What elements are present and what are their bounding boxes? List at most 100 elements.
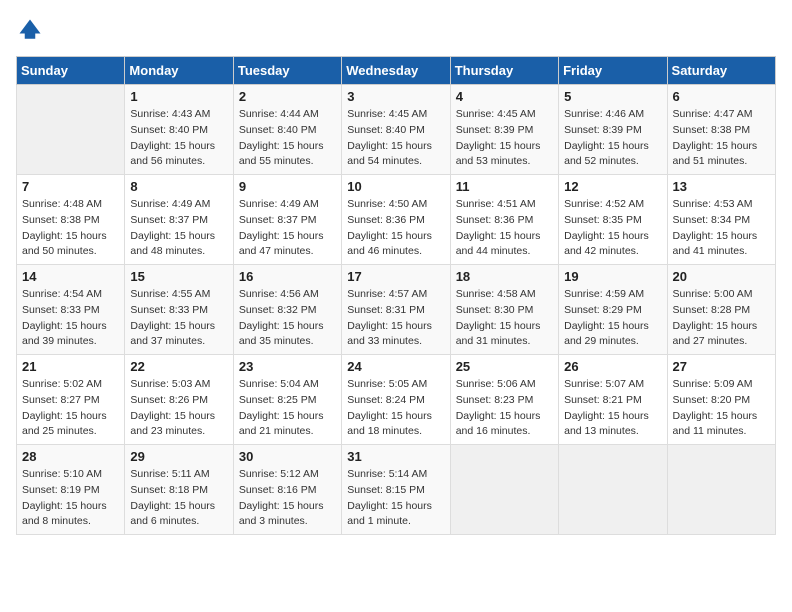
day-info: Sunrise: 4:47 AMSunset: 8:38 PMDaylight:… [673,107,770,170]
day-info: Sunrise: 4:46 AMSunset: 8:39 PMDaylight:… [564,107,661,170]
day-number: 9 [239,179,336,194]
calendar-cell: 30 Sunrise: 5:12 AMSunset: 8:16 PMDayligh… [233,445,341,535]
day-info: Sunrise: 4:45 AMSunset: 8:39 PMDaylight:… [456,107,553,170]
day-info: Sunrise: 5:06 AMSunset: 8:23 PMDaylight:… [456,377,553,440]
day-number: 17 [347,269,444,284]
day-number: 22 [130,359,227,374]
calendar-cell: 21 Sunrise: 5:02 AMSunset: 8:27 PMDayligh… [17,355,125,445]
calendar-cell: 6Sunrise: 4:47 AMSunset: 8:38 PMDaylight… [667,85,775,175]
calendar-cell: 7 Sunrise: 4:48 AMSunset: 8:38 PMDaylight… [17,175,125,265]
weekday-header-saturday: Saturday [667,57,775,85]
week-row-1: 1 Sunrise: 4:43 AMSunset: 8:40 PMDaylight… [17,85,776,175]
day-number: 26 [564,359,661,374]
day-number: 5 [564,89,661,104]
calendar-cell: 24 Sunrise: 5:05 AMSunset: 8:24 PMDayligh… [342,355,450,445]
weekday-header-tuesday: Tuesday [233,57,341,85]
day-info: Sunrise: 5:12 AMSunset: 8:16 PMDaylight:… [239,467,336,530]
day-number: 3 [347,89,444,104]
day-info: Sunrise: 4:49 AMSunset: 8:37 PMDaylight:… [239,197,336,260]
day-info: Sunrise: 5:07 AMSunset: 8:21 PMDaylight:… [564,377,661,440]
day-number: 13 [673,179,770,194]
day-number: 21 [22,359,119,374]
day-info: Sunrise: 4:59 AMSunset: 8:29 PMDaylight:… [564,287,661,350]
calendar-cell [559,445,667,535]
day-info: Sunrise: 4:51 AMSunset: 8:36 PMDaylight:… [456,197,553,260]
day-number: 15 [130,269,227,284]
day-number: 24 [347,359,444,374]
calendar-cell: 8 Sunrise: 4:49 AMSunset: 8:37 PMDaylight… [125,175,233,265]
page-header [16,16,776,44]
day-info: Sunrise: 4:43 AMSunset: 8:40 PMDaylight:… [130,107,227,170]
day-info: Sunrise: 5:04 AMSunset: 8:25 PMDaylight:… [239,377,336,440]
calendar-table: SundayMondayTuesdayWednesdayThursdayFrid… [16,56,776,535]
calendar-cell: 18 Sunrise: 4:58 AMSunset: 8:30 PMDayligh… [450,265,558,355]
day-number: 27 [673,359,770,374]
weekday-header-monday: Monday [125,57,233,85]
day-number: 14 [22,269,119,284]
day-info: Sunrise: 4:58 AMSunset: 8:30 PMDaylight:… [456,287,553,350]
day-info: Sunrise: 4:45 AMSunset: 8:40 PMDaylight:… [347,107,444,170]
day-number: 23 [239,359,336,374]
day-info: Sunrise: 4:49 AMSunset: 8:37 PMDaylight:… [130,197,227,260]
calendar-cell: 23 Sunrise: 5:04 AMSunset: 8:25 PMDayligh… [233,355,341,445]
day-number: 19 [564,269,661,284]
day-info: Sunrise: 5:09 AMSunset: 8:20 PMDaylight:… [673,377,770,440]
calendar-cell: 27 Sunrise: 5:09 AMSunset: 8:20 PMDayligh… [667,355,775,445]
day-info: Sunrise: 4:48 AMSunset: 8:38 PMDaylight:… [22,197,119,260]
calendar-cell: 11 Sunrise: 4:51 AMSunset: 8:36 PMDayligh… [450,175,558,265]
weekday-header-sunday: Sunday [17,57,125,85]
weekday-header-wednesday: Wednesday [342,57,450,85]
day-info: Sunrise: 4:57 AMSunset: 8:31 PMDaylight:… [347,287,444,350]
week-row-2: 7 Sunrise: 4:48 AMSunset: 8:38 PMDaylight… [17,175,776,265]
day-number: 18 [456,269,553,284]
day-number: 11 [456,179,553,194]
calendar-cell: 1 Sunrise: 4:43 AMSunset: 8:40 PMDaylight… [125,85,233,175]
week-row-3: 14Sunrise: 4:54 AMSunset: 8:33 PMDayligh… [17,265,776,355]
day-number: 31 [347,449,444,464]
day-info: Sunrise: 5:02 AMSunset: 8:27 PMDaylight:… [22,377,119,440]
day-info: Sunrise: 4:44 AMSunset: 8:40 PMDaylight:… [239,107,336,170]
day-info: Sunrise: 4:55 AMSunset: 8:33 PMDaylight:… [130,287,227,350]
calendar-cell: 19 Sunrise: 4:59 AMSunset: 8:29 PMDayligh… [559,265,667,355]
weekday-header-friday: Friday [559,57,667,85]
calendar-cell [667,445,775,535]
day-number: 25 [456,359,553,374]
calendar-cell: 9 Sunrise: 4:49 AMSunset: 8:37 PMDaylight… [233,175,341,265]
day-number: 29 [130,449,227,464]
calendar-cell: 3 Sunrise: 4:45 AMSunset: 8:40 PMDaylight… [342,85,450,175]
logo [16,16,48,44]
calendar-cell: 20 Sunrise: 5:00 AMSunset: 8:28 PMDayligh… [667,265,775,355]
calendar-cell: 13 Sunrise: 4:53 AMSunset: 8:34 PMDayligh… [667,175,775,265]
day-info: Sunrise: 5:11 AMSunset: 8:18 PMDaylight:… [130,467,227,530]
day-number: 7 [22,179,119,194]
week-row-5: 28 Sunrise: 5:10 AMSunset: 8:19 PMDayligh… [17,445,776,535]
day-number: 16 [239,269,336,284]
day-number: 28 [22,449,119,464]
day-info: Sunrise: 5:05 AMSunset: 8:24 PMDaylight:… [347,377,444,440]
day-info: Sunrise: 4:50 AMSunset: 8:36 PMDaylight:… [347,197,444,260]
day-number: 8 [130,179,227,194]
day-info: Sunrise: 5:14 AMSunset: 8:15 PMDaylight:… [347,467,444,530]
calendar-cell: 28 Sunrise: 5:10 AMSunset: 8:19 PMDayligh… [17,445,125,535]
day-number: 20 [673,269,770,284]
calendar-cell: 25 Sunrise: 5:06 AMSunset: 8:23 PMDayligh… [450,355,558,445]
day-number: 2 [239,89,336,104]
calendar-cell: 10Sunrise: 4:50 AMSunset: 8:36 PMDayligh… [342,175,450,265]
calendar-cell: 15 Sunrise: 4:55 AMSunset: 8:33 PMDayligh… [125,265,233,355]
day-number: 12 [564,179,661,194]
calendar-cell: 12Sunrise: 4:52 AMSunset: 8:35 PMDayligh… [559,175,667,265]
logo-icon [16,16,44,44]
calendar-cell: 17 Sunrise: 4:57 AMSunset: 8:31 PMDayligh… [342,265,450,355]
weekday-header-thursday: Thursday [450,57,558,85]
day-number: 30 [239,449,336,464]
weekday-header-row: SundayMondayTuesdayWednesdayThursdayFrid… [17,57,776,85]
calendar-cell: 16 Sunrise: 4:56 AMSunset: 8:32 PMDayligh… [233,265,341,355]
day-info: Sunrise: 5:00 AMSunset: 8:28 PMDaylight:… [673,287,770,350]
calendar-cell: 26 Sunrise: 5:07 AMSunset: 8:21 PMDayligh… [559,355,667,445]
day-info: Sunrise: 4:56 AMSunset: 8:32 PMDaylight:… [239,287,336,350]
day-number: 1 [130,89,227,104]
day-info: Sunrise: 4:53 AMSunset: 8:34 PMDaylight:… [673,197,770,260]
day-info: Sunrise: 5:03 AMSunset: 8:26 PMDaylight:… [130,377,227,440]
calendar-cell: 14Sunrise: 4:54 AMSunset: 8:33 PMDayligh… [17,265,125,355]
day-info: Sunrise: 5:10 AMSunset: 8:19 PMDaylight:… [22,467,119,530]
